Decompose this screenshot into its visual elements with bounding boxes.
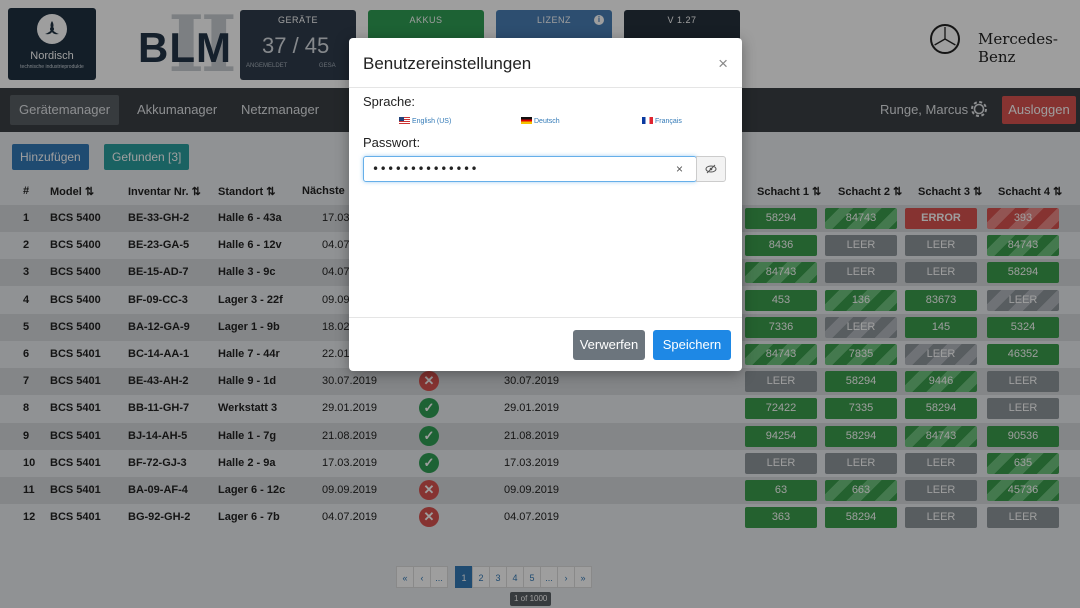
us-flag-icon xyxy=(399,117,410,124)
user-settings-modal: Benutzereinstellungen × Sprache: English… xyxy=(349,38,742,371)
language-option-label: Français xyxy=(655,118,682,125)
eye-slash-icon[interactable] xyxy=(696,156,726,182)
discard-button[interactable]: Verwerfen xyxy=(573,330,645,360)
password-label: Passwort: xyxy=(363,135,421,150)
modal-header-divider xyxy=(349,87,742,88)
password-input[interactable]: •••••••••••••• xyxy=(363,156,697,182)
german-flag-icon xyxy=(521,117,532,124)
language-option-german[interactable]: Deutsch xyxy=(521,117,560,125)
language-label: Sprache: xyxy=(363,94,416,109)
language-option-french[interactable]: Français xyxy=(642,117,682,125)
save-button[interactable]: Speichern xyxy=(653,330,731,360)
language-option-english[interactable]: English (US) xyxy=(399,117,451,125)
french-flag-icon xyxy=(642,117,653,124)
clear-icon[interactable]: × xyxy=(676,162,683,176)
language-option-label: English (US) xyxy=(412,118,452,125)
language-option-label: Deutsch xyxy=(534,118,560,125)
modal-title: Benutzereinstellungen xyxy=(363,54,532,73)
close-icon[interactable]: × xyxy=(718,54,728,74)
modal-footer-divider xyxy=(349,317,742,318)
